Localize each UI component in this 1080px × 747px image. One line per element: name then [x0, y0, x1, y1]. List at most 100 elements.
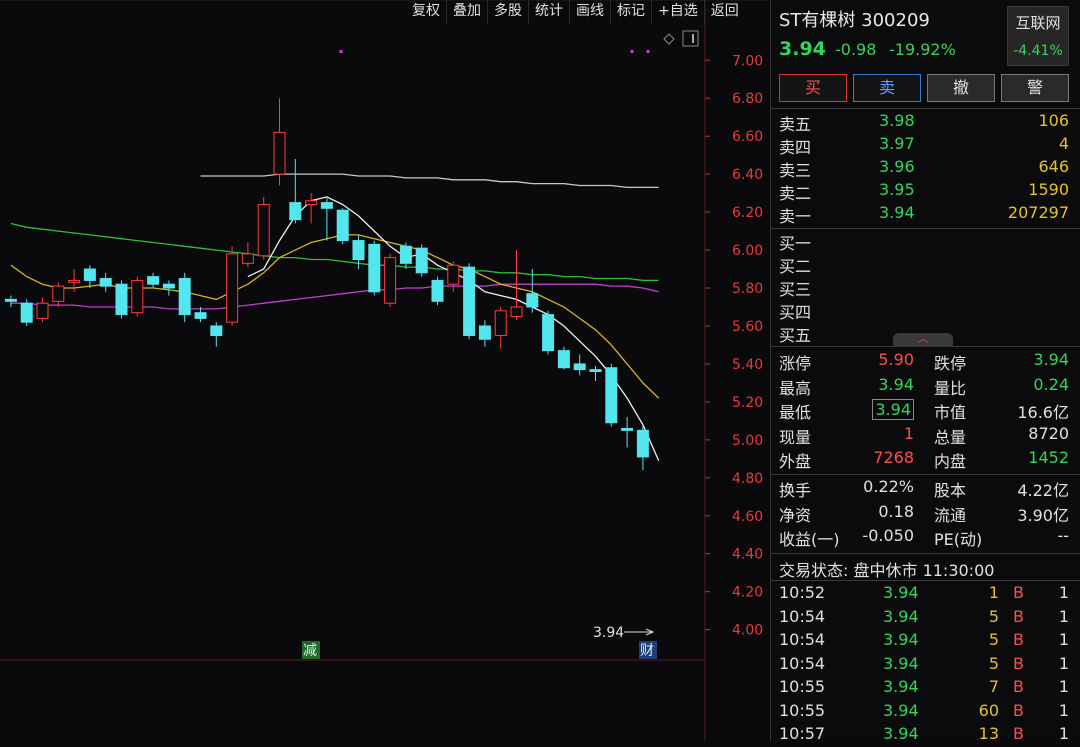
toolbar-button-6[interactable]: +自选	[651, 0, 704, 24]
tick-side: B	[1013, 630, 1024, 649]
fundamental-value: -0.050	[862, 526, 914, 545]
tick-price: 3.94	[883, 606, 919, 626]
tick-volume: 5	[988, 653, 999, 673]
toolbar-button-7[interactable]: 返回	[703, 0, 745, 24]
finance-marker[interactable]: 财	[640, 643, 654, 659]
candle-down	[573, 363, 586, 371]
kline-chart-area[interactable]: 7.00 6.80 6.60 6.40 6.20 6.00 5.80 5.60 5.40 5.20…	[0, 0, 768, 741]
tick-row[interactable]: 10:55 3.94 7 B 1	[779, 677, 1069, 700]
ask-label: 卖五	[779, 115, 812, 134]
buy-button[interactable]: 买	[779, 74, 847, 102]
toolbar-button-2[interactable]: 多股	[487, 0, 528, 24]
tick-time: 10:54	[779, 653, 826, 673]
fundamental-value: 0.22%	[863, 477, 914, 496]
sell-button[interactable]: 卖	[853, 74, 921, 102]
stat-label: 外盘	[779, 452, 812, 471]
tick-time: 10:54	[779, 606, 826, 626]
y-tick-label: 5.60	[732, 319, 763, 335]
bid-label: 买一	[779, 234, 812, 253]
bid-row[interactable]: 买二	[779, 253, 1069, 276]
tick-count: 1	[1058, 724, 1069, 743]
tick-row[interactable]: 10:54 3.94 5 B 1	[779, 607, 1069, 630]
stat-row: 外盘 7268 内盘 1452	[779, 448, 1069, 472]
cancel-order-button[interactable]: 撤	[927, 74, 995, 102]
kline-chart[interactable]: 7.00 6.80 6.60 6.40 6.20 6.00 5.80 5.60 5.40 5.20…	[0, 0, 768, 741]
ask-row[interactable]: 卖三 3.96 646	[779, 157, 1069, 180]
candle-down	[368, 243, 381, 293]
tick-time: 10:55	[779, 700, 826, 720]
candle-down	[636, 429, 649, 458]
stat-value: 3.94	[1033, 350, 1069, 369]
bid-row[interactable]: 买三	[779, 276, 1069, 299]
candle-down	[621, 427, 634, 431]
tick-time: 10:54	[779, 630, 826, 649]
tick-row[interactable]: 10:54 3.94 5 B 1	[779, 630, 1069, 653]
toolbar-button-0[interactable]: 复权	[406, 0, 446, 24]
ask-label: 卖一	[779, 207, 812, 226]
y-tick-label: 4.60	[732, 509, 763, 525]
tick-count: 1	[1058, 653, 1069, 673]
y-tick-label: 6.80	[732, 91, 763, 107]
candle-down	[336, 209, 349, 242]
tick-count: 1	[1058, 583, 1069, 602]
sector-badge[interactable]: 互联网 -4.41%	[1007, 6, 1069, 66]
stat-label: 最高	[779, 378, 812, 398]
candle-up	[257, 204, 270, 257]
bid-row[interactable]: 买一	[779, 230, 1069, 253]
stat-label: 跌停	[934, 354, 967, 373]
stat-row: 现量 1 总量 8720	[779, 424, 1069, 448]
stat-row: 最低 3.94 市值 16.6亿	[779, 399, 1069, 423]
ask-row[interactable]: 卖五 3.98 106	[779, 111, 1069, 134]
event-marker-dot	[646, 50, 650, 53]
candle-up	[68, 279, 81, 283]
tick-row[interactable]: 10:54 3.94 5 B 1	[779, 654, 1069, 677]
fundamental-label: 净资	[779, 505, 812, 525]
candle-down	[526, 293, 539, 308]
tick-row[interactable]: 10:55 3.94 60 B 1	[779, 701, 1069, 724]
tick-count: 1	[1058, 700, 1069, 720]
bid-label: 买二	[779, 257, 812, 276]
collapse-orderbook-icon[interactable]: ︿	[893, 333, 953, 346]
y-tick-label: 6.60	[732, 129, 763, 145]
tick-row[interactable]: 10:52 3.94 1 B 1	[779, 583, 1069, 606]
bid-row[interactable]: 买四	[779, 299, 1069, 322]
candle-up	[36, 302, 49, 319]
chart-background	[0, 0, 768, 741]
fundamental-value: --	[1057, 526, 1069, 545]
candle-down	[115, 283, 128, 316]
toolbar-button-5[interactable]: 标记	[610, 0, 651, 24]
candle-down	[20, 302, 33, 323]
ask-row[interactable]: 卖二 3.95 1590	[779, 180, 1069, 203]
candle-down	[352, 240, 365, 261]
candle-down	[399, 245, 412, 264]
divider	[771, 580, 1080, 581]
divider	[771, 346, 1080, 347]
trade-status-text: 交易状态: 盘中休市 11:30:00	[779, 561, 995, 580]
ask-row[interactable]: 卖一 3.94 207297	[779, 203, 1069, 226]
candle-down	[4, 298, 17, 302]
candle-down	[478, 325, 491, 340]
ask-price: 3.96	[879, 157, 915, 176]
toolbar-button-4[interactable]: 画线	[569, 0, 610, 24]
event-marker-dot	[630, 50, 634, 53]
candle-down	[178, 278, 191, 316]
y-tick-label: 6.40	[732, 167, 763, 183]
last-price-label: 3.94	[593, 625, 624, 641]
toolbar-button-1[interactable]: 叠加	[446, 0, 487, 24]
stat-value: 7268	[873, 448, 914, 467]
ask-volume: 646	[1038, 157, 1069, 176]
tick-volume: 7	[988, 677, 999, 696]
candle-up	[305, 200, 318, 206]
sector-pct: -4.41%	[1013, 43, 1063, 59]
ask-price: 3.94	[879, 203, 915, 222]
tick-row[interactable]: 10:57 3.94 13 B 1	[779, 724, 1069, 747]
tick-price: 3.94	[883, 630, 919, 649]
ask-row[interactable]: 卖四 3.97 4	[779, 134, 1069, 157]
candle-up	[510, 306, 523, 317]
reduction-marker[interactable]: 减	[303, 643, 317, 659]
candle-up	[52, 285, 65, 302]
divider	[771, 108, 1080, 109]
candle-down	[589, 369, 602, 373]
toolbar-button-3[interactable]: 统计	[528, 0, 569, 24]
price-alert-button[interactable]: 警	[1001, 74, 1069, 102]
